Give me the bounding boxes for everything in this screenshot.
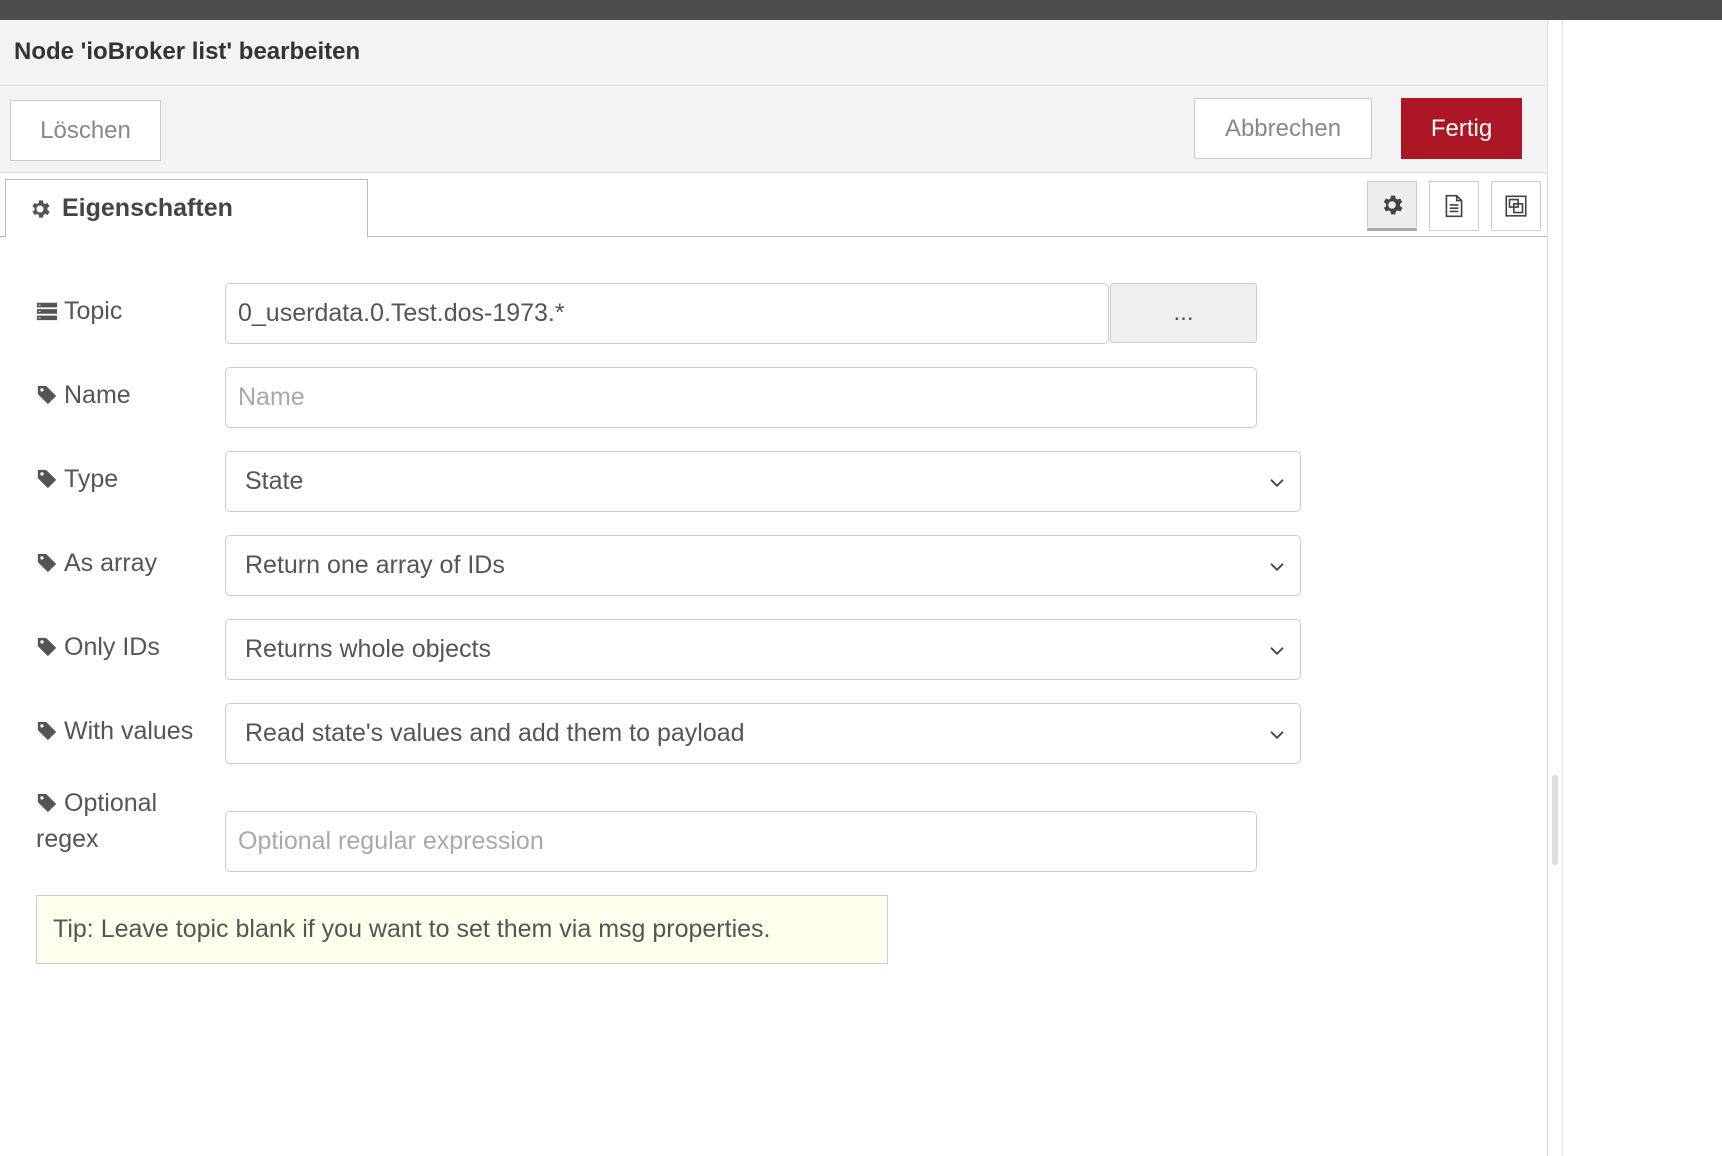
only-ids-label: Only IDs (36, 629, 160, 665)
list-icon (36, 302, 58, 321)
tag-icon (37, 469, 57, 489)
tab-properties[interactable]: Eigenschaften (5, 179, 368, 238)
topic-label-text: Topic (64, 297, 123, 325)
with-values-label: With values (36, 713, 193, 749)
tip-box: Tip: Leave topic blank if you want to se… (36, 895, 888, 964)
only-ids-select-value: Returns whole objects (245, 635, 491, 663)
type-select-value: State (245, 467, 304, 495)
type-row: Type State (36, 451, 1336, 513)
with-values-label-text: With values (64, 717, 194, 745)
as-array-label: As array (36, 545, 157, 581)
type-label: Type (36, 461, 118, 497)
done-button[interactable]: Fertig (1401, 98, 1522, 159)
tab-bar: Eigenschaften (0, 173, 1547, 238)
regex-label-line2: regex (36, 825, 99, 853)
appearance-view-button[interactable] (1491, 181, 1541, 231)
document-icon (1445, 194, 1463, 218)
with-values-row: With values Read state's values and add … (36, 703, 1336, 765)
name-label-text: Name (64, 381, 131, 409)
background-workspace (1562, 20, 1722, 1156)
only-ids-label-text: Only IDs (64, 633, 160, 661)
regex-label: Optional regex (36, 785, 157, 857)
regex-row: Optional regex Optional regular expressi… (36, 785, 1336, 875)
name-input[interactable]: Name (225, 367, 1257, 428)
browse-topic-button[interactable]: ... (1110, 283, 1257, 343)
as-array-row: As array Return one array of IDs (36, 535, 1336, 597)
as-array-select[interactable]: Return one array of IDs (225, 535, 1301, 596)
dialog-toolbar: Löschen Abbrechen Fertig (0, 87, 1547, 173)
only-ids-select[interactable]: Returns whole objects (225, 619, 1301, 680)
tag-icon (37, 793, 57, 813)
topic-label: Topic (36, 293, 122, 329)
as-array-label-text: As array (64, 549, 158, 577)
only-ids-row: Only IDs Returns whole objects (36, 619, 1336, 681)
tag-icon (37, 553, 57, 573)
as-array-select-value: Return one array of IDs (245, 551, 505, 579)
cancel-button[interactable]: Abbrechen (1194, 98, 1372, 159)
chevron-down-icon (1270, 562, 1284, 571)
tag-icon (37, 721, 57, 741)
chevron-down-icon (1270, 646, 1284, 655)
type-select[interactable]: State (225, 451, 1301, 512)
with-values-select-value: Read state's values and add them to payl… (245, 719, 745, 747)
gear-icon (1383, 195, 1403, 215)
dialog-title-bar: Node 'ioBroker list' bearbeiten (0, 20, 1547, 86)
delete-button[interactable]: Löschen (10, 100, 161, 161)
settings-view-button[interactable] (1367, 181, 1417, 231)
topic-row: Topic 0_userdata.0.Test.dos-1973.* ... (36, 283, 1336, 345)
chevron-down-icon (1270, 730, 1284, 739)
description-view-button[interactable] (1429, 181, 1479, 231)
scrollbar-track[interactable] (1547, 20, 1562, 1156)
regex-input[interactable]: Optional regular expression (225, 811, 1257, 872)
regex-label-line1: Optional (64, 789, 158, 817)
scrollbar-thumb[interactable] (1552, 775, 1558, 865)
tag-icon (37, 385, 57, 405)
chevron-down-icon (1270, 478, 1284, 487)
type-label-text: Type (64, 465, 119, 493)
dialog-title: Node 'ioBroker list' bearbeiten (14, 38, 361, 65)
gear-icon (32, 199, 50, 218)
with-values-select[interactable]: Read state's values and add them to payl… (225, 703, 1301, 764)
name-row: Name Name (36, 367, 1336, 429)
window-top-bar (0, 0, 1722, 20)
tab-properties-label: Eigenschaften (62, 194, 233, 222)
frame-icon (1505, 195, 1527, 217)
name-label: Name (36, 377, 131, 413)
tag-icon (37, 637, 57, 657)
topic-input[interactable]: 0_userdata.0.Test.dos-1973.* (225, 283, 1109, 344)
